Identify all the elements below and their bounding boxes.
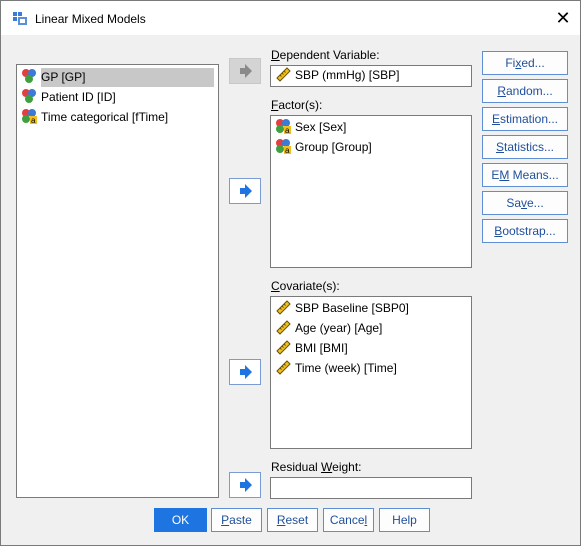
em-means-button[interactable]: EM Means...: [482, 163, 568, 187]
arrow-right-icon: [240, 64, 252, 78]
covariates-label: Covariate(s):: [271, 279, 340, 293]
window-title: Linear Mixed Models: [35, 12, 146, 26]
covariate-label: SBP Baseline [SBP0]: [295, 301, 409, 315]
spss-dialog-icon: [12, 11, 28, 26]
move-to-covariates-button[interactable]: [229, 359, 261, 385]
reset-button[interactable]: Reset: [267, 508, 318, 532]
covariate-item-sbp-baseline[interactable]: SBP Baseline [SBP0]: [275, 299, 409, 318]
factor-label: Group [Group]: [295, 140, 372, 154]
covariate-label: Age (year) [Age]: [295, 321, 383, 335]
cancel-button[interactable]: Cancel: [323, 508, 374, 532]
variable-label: Patient ID [ID]: [41, 90, 116, 104]
dependent-variable-item[interactable]: SBP (mmHg) [SBP]: [275, 66, 399, 85]
arrow-right-icon: [240, 365, 252, 379]
factors-label: Factor(s):: [271, 98, 323, 112]
variable-item-patient-id[interactable]: Patient ID [ID]: [21, 88, 116, 107]
scale-ruler-icon: [276, 340, 291, 355]
nominal-icon: [22, 69, 36, 83]
factor-label: Sex [Sex]: [295, 120, 347, 134]
move-to-factors-button[interactable]: [229, 178, 261, 204]
svg-text:a: a: [285, 126, 290, 134]
ok-button[interactable]: OK: [154, 508, 207, 532]
factor-item-sex[interactable]: a Sex [Sex]: [275, 118, 346, 137]
covariate-item-bmi[interactable]: BMI [BMI]: [275, 339, 348, 358]
covariate-item-time[interactable]: Time (week) [Time]: [275, 359, 397, 378]
close-icon: ✕: [555, 8, 571, 28]
variable-item-time-categorical[interactable]: a Time categorical [fTime]: [21, 108, 168, 127]
close-button[interactable]: ✕: [552, 7, 574, 29]
variable-item-gp[interactable]: GP [GP]: [21, 68, 214, 87]
scale-ruler-icon: [276, 360, 291, 375]
statistics-button[interactable]: Statistics...: [482, 135, 568, 159]
svg-text:a: a: [285, 146, 290, 154]
estimation-button[interactable]: Estimation...: [482, 107, 568, 131]
dependent-variable-label: Dependent Variable:: [271, 48, 380, 62]
variable-label: GP [GP]: [41, 68, 214, 87]
fixed-button[interactable]: Fixed...: [482, 51, 568, 75]
arrow-right-icon: [240, 184, 252, 198]
nominal-string-icon: a: [276, 119, 291, 134]
arrow-right-icon: [240, 478, 252, 492]
move-to-dependent-button[interactable]: [229, 58, 261, 84]
save-button[interactable]: Save...: [482, 191, 568, 215]
nominal-string-icon: a: [22, 109, 37, 124]
covariate-item-age[interactable]: Age (year) [Age]: [275, 319, 382, 338]
covariates-list[interactable]: SBP Baseline [SBP0] Age (year) [Age] BMI…: [270, 296, 472, 449]
scale-ruler-icon: [276, 67, 291, 82]
scale-ruler-icon: [276, 300, 291, 315]
dependent-variable-value: SBP (mmHg) [SBP]: [295, 68, 400, 82]
covariate-label: Time (week) [Time]: [295, 361, 397, 375]
help-button[interactable]: Help: [379, 508, 430, 532]
residual-weight-label: Residual Weight:: [271, 460, 362, 474]
random-button[interactable]: Random...: [482, 79, 568, 103]
bootstrap-button[interactable]: Bootstrap...: [482, 219, 568, 243]
factor-item-group[interactable]: a Group [Group]: [275, 138, 372, 157]
nominal-string-icon: a: [276, 139, 291, 154]
title-bar: Linear Mixed Models ✕: [1, 1, 580, 35]
scale-ruler-icon: [276, 320, 291, 335]
covariate-label: BMI [BMI]: [295, 341, 348, 355]
variable-label: Time categorical [fTime]: [41, 110, 169, 124]
paste-button[interactable]: Paste: [211, 508, 262, 532]
source-variable-list[interactable]: GP [GP] Patient ID [ID] a Time categoric…: [16, 64, 219, 498]
dependent-variable-field[interactable]: SBP (mmHg) [SBP]: [270, 65, 472, 87]
nominal-icon: [22, 89, 36, 103]
linear-mixed-models-dialog: Linear Mixed Models ✕ GP [GP] Patient ID…: [0, 0, 581, 546]
factors-list[interactable]: a Sex [Sex] a Group [Group]: [270, 115, 472, 268]
move-to-residual-weight-button[interactable]: [229, 472, 261, 498]
svg-text:a: a: [31, 116, 36, 124]
residual-weight-field[interactable]: [270, 477, 472, 499]
